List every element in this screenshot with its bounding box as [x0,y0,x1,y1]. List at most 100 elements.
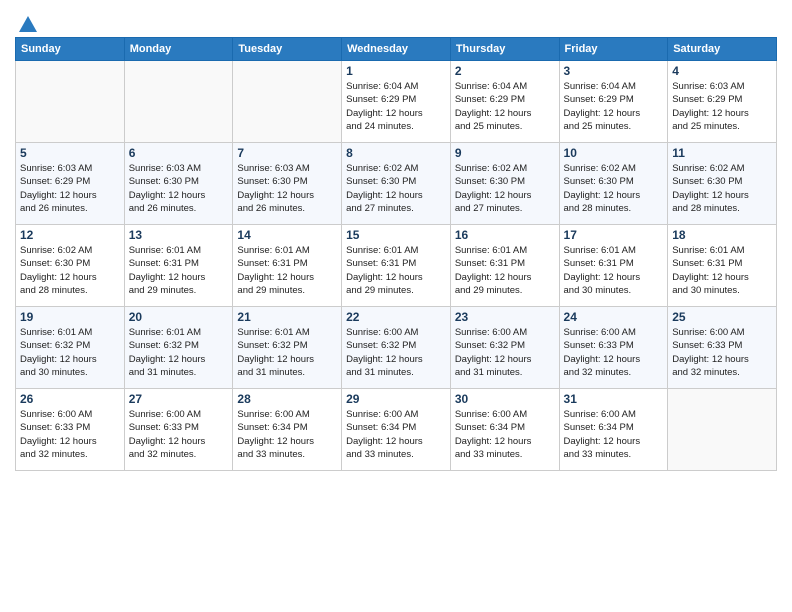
day-number: 20 [129,310,229,324]
day-number: 14 [237,228,337,242]
day-number: 25 [672,310,772,324]
calendar-header-sunday: Sunday [16,38,125,61]
calendar-header-row: SundayMondayTuesdayWednesdayThursdayFrid… [16,38,777,61]
logo [15,14,39,33]
calendar-cell: 18Sunrise: 6:01 AMSunset: 6:31 PMDayligh… [668,225,777,307]
calendar-header-tuesday: Tuesday [233,38,342,61]
day-info: Sunrise: 6:04 AMSunset: 6:29 PMDaylight:… [564,80,664,133]
day-number: 4 [672,64,772,78]
day-number: 23 [455,310,555,324]
calendar-week-0: 1 Sunrise: 6:04 AMSunset: 6:29 PMDaylight… [16,61,777,143]
day-number: 24 [564,310,664,324]
day-number: 31 [564,392,664,406]
calendar-cell: 20 Sunrise: 6:01 AMSunset: 6:32 PMDayligh… [124,307,233,389]
calendar-cell: 14 Sunrise: 6:01 AMSunset: 6:31 PMDayligh… [233,225,342,307]
day-number: 17 [564,228,664,242]
day-number: 3 [564,64,664,78]
day-info: Sunrise: 6:02 AMSunset: 6:30 PMDaylight:… [455,162,555,215]
day-number: 27 [129,392,229,406]
calendar-header-wednesday: Wednesday [342,38,451,61]
calendar-cell [668,389,777,471]
day-info: Sunrise: 6:00 AMSunset: 6:34 PMDaylight:… [564,408,664,461]
day-number: 29 [346,392,446,406]
day-info: Sunrise: 6:01 AMSunset: 6:31 PMDaylight:… [455,244,555,297]
day-info: Sunrise: 6:00 AMSunset: 6:34 PMDaylight:… [237,408,337,461]
day-info: Sunrise: 6:00 AMSunset: 6:33 PMDaylight:… [129,408,229,461]
calendar-week-4: 26 Sunrise: 6:00 AMSunset: 6:33 PMDayligh… [16,389,777,471]
calendar-body: 1 Sunrise: 6:04 AMSunset: 6:29 PMDaylight… [16,61,777,471]
day-number: 21 [237,310,337,324]
calendar-cell: 12Sunrise: 6:02 AMSunset: 6:30 PMDayligh… [16,225,125,307]
logo-icon [17,14,39,36]
calendar-cell: 23 Sunrise: 6:00 AMSunset: 6:32 PMDayligh… [450,307,559,389]
header [15,10,777,33]
day-number: 5 [20,146,120,160]
day-number: 13 [129,228,229,242]
day-number: 19 [20,310,120,324]
calendar-cell: 29 Sunrise: 6:00 AMSunset: 6:34 PMDayligh… [342,389,451,471]
calendar-cell: 6Sunrise: 6:03 AMSunset: 6:30 PMDaylight… [124,143,233,225]
day-number: 26 [20,392,120,406]
calendar-cell: 21 Sunrise: 6:01 AMSunset: 6:32 PMDayligh… [233,307,342,389]
day-info: Sunrise: 6:01 AMSunset: 6:32 PMDaylight:… [20,326,120,379]
day-info: Sunrise: 6:01 AMSunset: 6:31 PMDaylight:… [346,244,446,297]
day-info: Sunrise: 6:01 AMSunset: 6:31 PMDaylight:… [672,244,772,297]
day-number: 30 [455,392,555,406]
day-info: Sunrise: 6:01 AMSunset: 6:31 PMDaylight:… [129,244,229,297]
day-info: Sunrise: 6:03 AMSunset: 6:29 PMDaylight:… [20,162,120,215]
calendar-cell: 31 Sunrise: 6:00 AMSunset: 6:34 PMDayligh… [559,389,668,471]
calendar-cell: 1 Sunrise: 6:04 AMSunset: 6:29 PMDaylight… [342,61,451,143]
day-number: 1 [346,64,446,78]
calendar-header-friday: Friday [559,38,668,61]
calendar-table: SundayMondayTuesdayWednesdayThursdayFrid… [15,37,777,471]
calendar-cell: 11 Sunrise: 6:02 AMSunset: 6:30 PMDayligh… [668,143,777,225]
day-info: Sunrise: 6:03 AMSunset: 6:30 PMDaylight:… [129,162,229,215]
day-info: Sunrise: 6:04 AMSunset: 6:29 PMDaylight:… [346,80,446,133]
calendar-cell: 28Sunrise: 6:00 AMSunset: 6:34 PMDayligh… [233,389,342,471]
calendar-cell: 22Sunrise: 6:00 AMSunset: 6:32 PMDayligh… [342,307,451,389]
calendar-cell: 30 Sunrise: 6:00 AMSunset: 6:34 PMDayligh… [450,389,559,471]
day-number: 10 [564,146,664,160]
calendar-cell: 3 Sunrise: 6:04 AMSunset: 6:29 PMDaylight… [559,61,668,143]
calendar-cell: 5 Sunrise: 6:03 AMSunset: 6:29 PMDaylight… [16,143,125,225]
day-info: Sunrise: 6:00 AMSunset: 6:34 PMDaylight:… [455,408,555,461]
calendar-cell [233,61,342,143]
calendar-cell: 4 Sunrise: 6:03 AMSunset: 6:29 PMDaylight… [668,61,777,143]
day-info: Sunrise: 6:01 AMSunset: 6:32 PMDaylight:… [237,326,337,379]
calendar-header-saturday: Saturday [668,38,777,61]
calendar-cell [124,61,233,143]
day-info: Sunrise: 6:00 AMSunset: 6:32 PMDaylight:… [455,326,555,379]
day-number: 9 [455,146,555,160]
day-info: Sunrise: 6:02 AMSunset: 6:30 PMDaylight:… [346,162,446,215]
calendar-cell: 8 Sunrise: 6:02 AMSunset: 6:30 PMDaylight… [342,143,451,225]
calendar-cell: 9 Sunrise: 6:02 AMSunset: 6:30 PMDaylight… [450,143,559,225]
day-number: 11 [672,146,772,160]
calendar-cell: 17 Sunrise: 6:01 AMSunset: 6:31 PMDayligh… [559,225,668,307]
calendar-cell: 27 Sunrise: 6:00 AMSunset: 6:33 PMDayligh… [124,389,233,471]
day-info: Sunrise: 6:01 AMSunset: 6:32 PMDaylight:… [129,326,229,379]
day-number: 8 [346,146,446,160]
day-number: 16 [455,228,555,242]
day-info: Sunrise: 6:02 AMSunset: 6:30 PMDaylight:… [564,162,664,215]
calendar-cell [16,61,125,143]
day-info: Sunrise: 6:03 AMSunset: 6:29 PMDaylight:… [672,80,772,133]
day-info: Sunrise: 6:00 AMSunset: 6:34 PMDaylight:… [346,408,446,461]
calendar-week-3: 19 Sunrise: 6:01 AMSunset: 6:32 PMDayligh… [16,307,777,389]
calendar-cell: 16 Sunrise: 6:01 AMSunset: 6:31 PMDayligh… [450,225,559,307]
calendar-cell: 15Sunrise: 6:01 AMSunset: 6:31 PMDayligh… [342,225,451,307]
calendar-cell: 13 Sunrise: 6:01 AMSunset: 6:31 PMDayligh… [124,225,233,307]
day-info: Sunrise: 6:01 AMSunset: 6:31 PMDaylight:… [564,244,664,297]
calendar-header-monday: Monday [124,38,233,61]
day-info: Sunrise: 6:00 AMSunset: 6:33 PMDaylight:… [564,326,664,379]
calendar-cell: 10 Sunrise: 6:02 AMSunset: 6:30 PMDayligh… [559,143,668,225]
day-info: Sunrise: 6:03 AMSunset: 6:30 PMDaylight:… [237,162,337,215]
day-info: Sunrise: 6:02 AMSunset: 6:30 PMDaylight:… [672,162,772,215]
calendar-cell: 26Sunrise: 6:00 AMSunset: 6:33 PMDayligh… [16,389,125,471]
calendar-cell: 2Sunrise: 6:04 AMSunset: 6:29 PMDaylight… [450,61,559,143]
calendar-week-1: 5 Sunrise: 6:03 AMSunset: 6:29 PMDaylight… [16,143,777,225]
day-number: 12 [20,228,120,242]
day-info: Sunrise: 6:00 AMSunset: 6:32 PMDaylight:… [346,326,446,379]
day-info: Sunrise: 6:04 AMSunset: 6:29 PMDaylight:… [455,80,555,133]
day-info: Sunrise: 6:01 AMSunset: 6:31 PMDaylight:… [237,244,337,297]
calendar-header-thursday: Thursday [450,38,559,61]
